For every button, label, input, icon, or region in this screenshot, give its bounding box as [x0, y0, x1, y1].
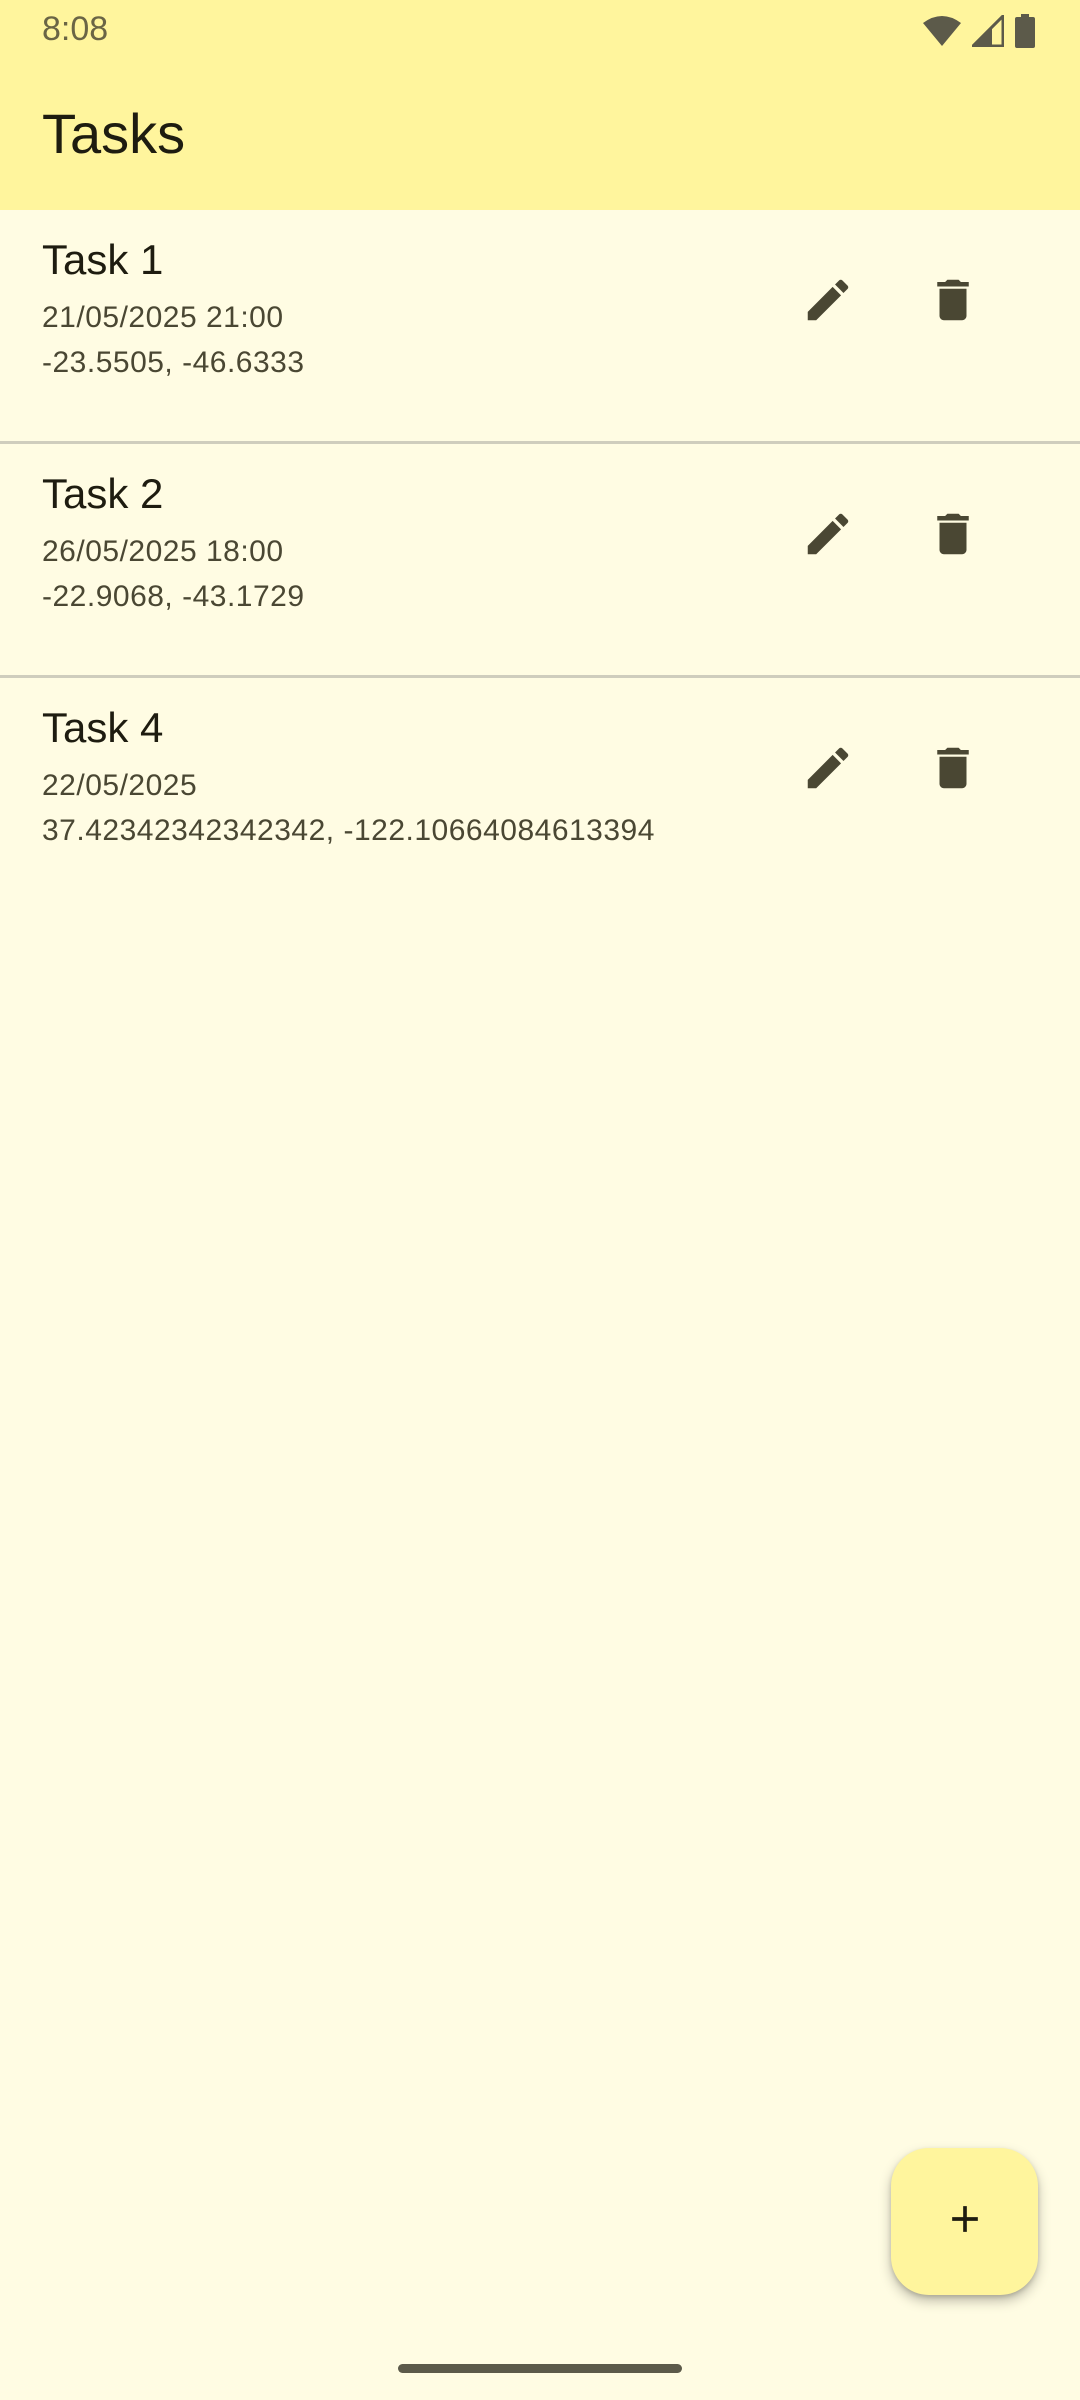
task-title: Task 2 — [42, 470, 164, 517]
wifi-icon — [922, 15, 962, 47]
plus-icon — [943, 2197, 987, 2246]
page-title: Tasks — [42, 102, 186, 165]
edit-task-button[interactable] — [780, 254, 876, 350]
trash-icon — [926, 273, 980, 332]
add-task-button[interactable] — [891, 2148, 1038, 2295]
pencil-icon — [801, 273, 855, 332]
top-app-bar: 8:08 Tasks — [0, 0, 1080, 210]
pencil-icon — [801, 507, 855, 566]
task-row[interactable]: Task 4 22/05/2025 37.42342342342342, -12… — [0, 678, 1080, 912]
task-title: Task 1 — [42, 236, 164, 283]
task-row[interactable]: Task 1 21/05/2025 21:00 -23.5505, -46.63… — [0, 210, 1080, 444]
task-coordinates: -23.5505, -46.6333 — [42, 346, 305, 379]
delete-task-button[interactable] — [905, 722, 1001, 818]
edit-task-button[interactable] — [780, 722, 876, 818]
task-coordinates: -22.9068, -43.1729 — [42, 580, 305, 613]
edit-task-button[interactable] — [780, 488, 876, 584]
home-indicator[interactable] — [398, 2364, 682, 2373]
task-date: 22/05/2025 — [42, 769, 198, 802]
task-coordinates: 37.42342342342342, -122.10664084613394 — [42, 814, 655, 847]
status-time: 8:08 — [42, 10, 109, 48]
task-row[interactable]: Task 2 26/05/2025 18:00 -22.9068, -43.17… — [0, 444, 1080, 678]
trash-icon — [926, 741, 980, 800]
task-date: 21/05/2025 21:00 — [42, 301, 284, 334]
status-bar: 8:08 — [0, 0, 1080, 62]
status-icons — [922, 12, 1036, 50]
trash-icon — [926, 507, 980, 566]
battery-icon — [1014, 14, 1036, 48]
pencil-icon — [801, 741, 855, 800]
task-list: Task 1 21/05/2025 21:00 -23.5505, -46.63… — [0, 210, 1080, 912]
task-title: Task 4 — [42, 704, 164, 751]
delete-task-button[interactable] — [905, 488, 1001, 584]
cell-signal-icon — [972, 15, 1004, 47]
task-date: 26/05/2025 18:00 — [42, 535, 284, 568]
delete-task-button[interactable] — [905, 254, 1001, 350]
